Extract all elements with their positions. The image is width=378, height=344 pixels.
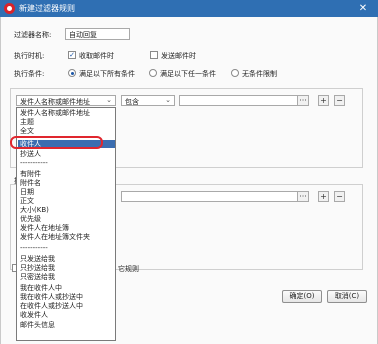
- dropdown-item[interactable]: 邮件头信息: [20, 320, 55, 330]
- dropdown-item[interactable]: 抄送人: [20, 149, 41, 159]
- send-label: 发送邮件时: [161, 52, 196, 60]
- remove-rule-button[interactable]: −: [334, 95, 345, 106]
- highlight-ring: [10, 136, 103, 149]
- dropdown-item[interactable]: 发件人在地址簿文件夹: [20, 232, 90, 242]
- field-select-value: 发件人名称或邮件地址: [20, 98, 90, 106]
- send-checkbox[interactable]: [150, 51, 158, 59]
- dropdown-item[interactable]: 全文: [20, 126, 34, 136]
- condition-label: 执行条件:: [14, 70, 45, 78]
- cancel-button[interactable]: 取消(C): [327, 290, 367, 303]
- dropdown-item[interactable]: 只密送给我: [20, 272, 55, 282]
- cond-all-radio[interactable]: [68, 69, 76, 77]
- operator-select[interactable]: 包含 ⌄: [121, 95, 175, 106]
- add-rule-button[interactable]: +: [318, 95, 329, 106]
- chevron-down-icon: ⌄: [106, 96, 112, 104]
- close-button[interactable]: ✕: [355, 2, 371, 15]
- dropdown-separator: -----------: [20, 159, 48, 167]
- field-select[interactable]: 发件人名称或邮件地址 ⌄: [16, 95, 116, 106]
- cond-any-label: 满足以下任一条件: [160, 70, 216, 78]
- cond-all-label: 满足以下所有条件: [79, 70, 135, 78]
- timing-label: 执行时机:: [14, 52, 45, 60]
- action-remove-button[interactable]: −: [334, 191, 345, 202]
- receive-checkbox[interactable]: ✓: [68, 51, 76, 59]
- dropdown-item[interactable]: 收发件人: [20, 310, 48, 320]
- dropdown-separator: -----------: [20, 244, 48, 252]
- receive-label: 收取邮件时: [79, 52, 114, 60]
- action-more-button[interactable]: ···: [297, 191, 309, 202]
- action-value-input[interactable]: [121, 191, 309, 202]
- cond-none-radio[interactable]: [231, 69, 239, 77]
- filter-name-input[interactable]: 自动回复: [65, 28, 130, 40]
- rule-value-input[interactable]: [179, 95, 309, 106]
- filter-name-label: 过滤器名称:: [14, 31, 52, 39]
- cond-none-label: 无条件限制: [242, 70, 277, 78]
- action-add-button[interactable]: +: [318, 191, 329, 202]
- operator-select-value: 包含: [125, 98, 139, 106]
- other-rules-label: 它规则: [118, 265, 139, 273]
- window-title: 新建过滤器规则: [19, 4, 75, 13]
- chevron-down-icon: ⌄: [165, 96, 171, 104]
- title-bar: 新建过滤器规则 ✕: [0, 0, 378, 17]
- ok-button[interactable]: 确定(O): [282, 290, 322, 303]
- more-button[interactable]: ···: [297, 95, 309, 106]
- cond-any-radio[interactable]: [149, 69, 157, 77]
- app-logo-icon: [4, 3, 15, 14]
